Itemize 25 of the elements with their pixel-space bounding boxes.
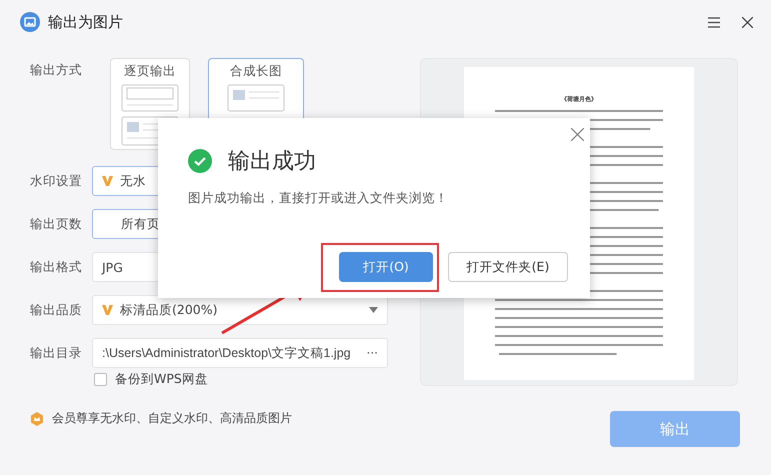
app-icon: [20, 12, 40, 32]
vip-icon: [102, 176, 113, 186]
checkbox-label: 备份到WPS网盘: [115, 371, 208, 388]
field-label: 输出页数: [30, 216, 83, 232]
vip-icon: [102, 305, 113, 315]
open-folder-button[interactable]: 打开文件夹(E): [448, 252, 568, 282]
field-label: 水印设置: [30, 172, 83, 190]
quality-select[interactable]: 标清品质(200%): [92, 295, 388, 325]
field-label: 输出方式: [30, 62, 83, 79]
close-icon[interactable]: [571, 128, 584, 141]
directory-field[interactable]: :\Users\Administrator\Desktop\文字文稿1.jpg ···: [92, 338, 388, 368]
field-label: 输出目录: [30, 344, 83, 362]
menu-icon[interactable]: [708, 16, 720, 28]
crown-icon: [30, 412, 44, 426]
dropdown-caret-icon: [369, 307, 378, 313]
dialog-message: 图片成功输出，直接打开或进入文件夹浏览！: [188, 190, 449, 207]
close-icon[interactable]: [742, 16, 753, 28]
window-title: 输出为图片: [48, 12, 124, 32]
dialog-title: 输出成功: [228, 148, 316, 176]
field-label: 输出格式: [30, 258, 83, 276]
checkbox[interactable]: [94, 373, 107, 386]
field-label: 输出品质: [30, 302, 83, 318]
browse-button[interactable]: ···: [366, 346, 378, 360]
member-note: 会员尊享无水印、自定义水印、高清品质图片: [52, 410, 292, 427]
success-check-icon: [188, 149, 212, 173]
